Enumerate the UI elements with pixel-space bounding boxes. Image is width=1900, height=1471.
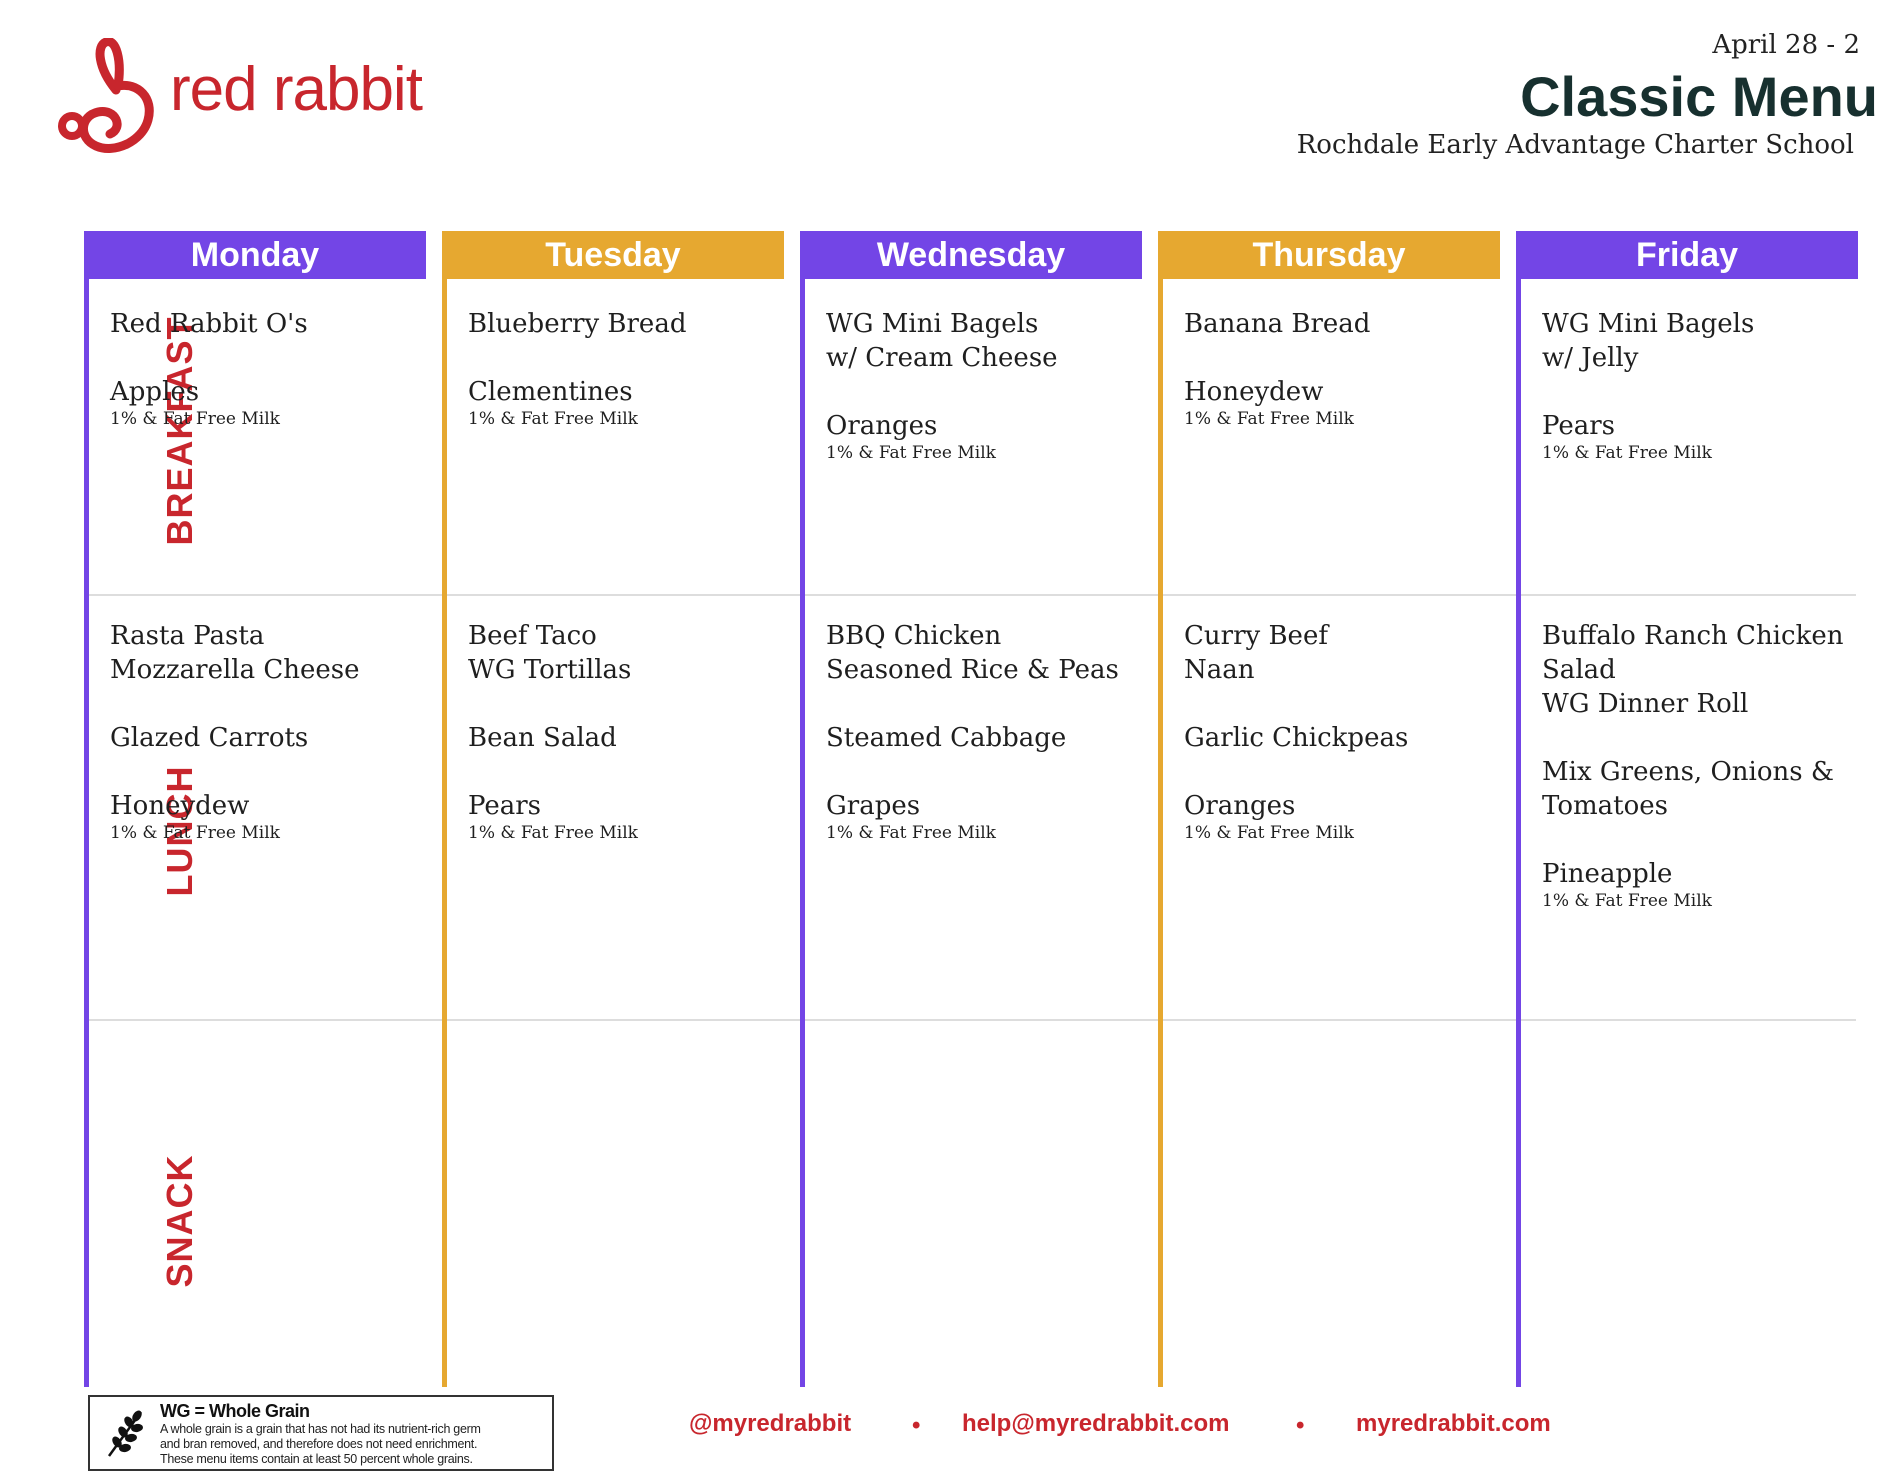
menu-item: Glazed Carrots: [110, 723, 309, 753]
menu-item: w/ Jelly: [1542, 343, 1639, 373]
menu-item: WG Tortillas: [468, 655, 632, 685]
milk-note: 1% & Fat Free Milk: [1542, 443, 1712, 463]
menu-item: Mozzarella Cheese: [110, 655, 360, 685]
menu-item: WG Dinner Roll: [1542, 689, 1749, 719]
menu-date: April 28 - 2: [1712, 30, 1860, 60]
support-email-link[interactable]: help@myredrabbit.com: [962, 1410, 1229, 1438]
breakfast-cell: WG Mini Bagels w/ Cream Cheese Oranges 1% &…: [826, 307, 1136, 463]
menu-item: Apples: [110, 377, 200, 407]
menu-item: Garlic Chickpeas: [1184, 723, 1409, 753]
breakfast-cell: WG Mini Bagels w/ Jelly Pears 1% & Fat Free…: [1542, 307, 1852, 463]
menu-item: Beef Taco: [468, 621, 597, 651]
milk-note: 1% & Fat Free Milk: [110, 823, 280, 843]
lunch-cell: Rasta Pasta Mozzarella Cheese Glazed Carro…: [110, 619, 420, 843]
menu-item: Grapes: [826, 791, 921, 821]
menu-item: Red Rabbit O's: [110, 309, 308, 339]
column-rule: [1516, 231, 1521, 1387]
rabbit-logo-icon: [58, 38, 154, 153]
social-handle-link[interactable]: @myredrabbit: [689, 1410, 851, 1438]
day-header: Friday: [1516, 231, 1858, 279]
menu-item: Steamed Cabbage: [826, 723, 1067, 753]
day-header: Tuesday: [442, 231, 784, 279]
lunch-cell: Curry Beef Naan Garlic Chickpeas Oranges 1% …: [1184, 619, 1494, 843]
school-name: Rochdale Early Advantage Charter School: [1296, 130, 1854, 160]
column-rule: [1158, 231, 1163, 1387]
menu-item: Clementines: [468, 377, 633, 407]
lunch-cell: Buffalo Ranch Chicken Salad WG Dinner Roll…: [1542, 619, 1852, 911]
logo: red rabbit: [58, 38, 478, 168]
menu-item: Curry Beef: [1184, 621, 1328, 651]
day-column-friday: Friday WG Mini Bagels w/ Jelly Pears 1% & Fa…: [1516, 231, 1858, 1387]
breakfast-cell: Red Rabbit O's Apples 1% & Fat Free Milk: [110, 307, 420, 429]
menu-item: Bean Salad: [468, 723, 617, 753]
menu-item: Buffalo Ranch Chicken: [1542, 621, 1844, 651]
menu-item: Salad: [1542, 655, 1616, 685]
breakfast-cell: Banana Bread Honeydew 1% & Fat Free Milk: [1184, 307, 1494, 429]
menu-item: Honeydew: [1184, 377, 1324, 407]
brand-name: red rabbit: [170, 54, 423, 124]
menu-item: Rasta Pasta: [110, 621, 265, 651]
menu-item: Pears: [468, 791, 541, 821]
breakfast-cell: Blueberry Bread Clementines 1% & Fat Free …: [468, 307, 778, 429]
footer-separator: •: [1296, 1412, 1305, 1439]
day-header: Wednesday: [800, 231, 1142, 279]
milk-note: 1% & Fat Free Milk: [110, 409, 280, 429]
legend-line: These menu items contain at least 50 per…: [160, 1452, 473, 1466]
milk-note: 1% & Fat Free Milk: [826, 443, 996, 463]
milk-note: 1% & Fat Free Milk: [1542, 891, 1712, 911]
menu-item: Oranges: [1184, 791, 1296, 821]
page-title: Classic Menu: [1520, 65, 1878, 128]
milk-note: 1% & Fat Free Milk: [1184, 409, 1354, 429]
milk-note: 1% & Fat Free Milk: [468, 409, 638, 429]
menu-item: Tomatoes: [1542, 791, 1668, 821]
column-rule: [84, 231, 89, 1387]
milk-note: 1% & Fat Free Milk: [468, 823, 638, 843]
menu-item: Pineapple: [1542, 859, 1673, 889]
menu-item: Oranges: [826, 411, 938, 441]
day-column-wednesday: Wednesday WG Mini Bagels w/ Cream Cheese Or…: [800, 231, 1142, 1387]
milk-note: 1% & Fat Free Milk: [1184, 823, 1354, 843]
menu-item: Banana Bread: [1184, 309, 1371, 339]
lunch-cell: Beef Taco WG Tortillas Bean Salad Pears 1% &…: [468, 619, 778, 843]
menu-item: WG Mini Bagels: [1542, 309, 1755, 339]
day-column-monday: Monday Red Rabbit O's Apples 1% & Fat Free …: [84, 231, 426, 1387]
day-header: Monday: [84, 231, 426, 279]
footer-separator: •: [912, 1412, 921, 1439]
menu-item: Seasoned Rice & Peas: [826, 655, 1119, 685]
milk-note: 1% & Fat Free Milk: [826, 823, 996, 843]
menu-item: BBQ Chicken: [826, 621, 1002, 651]
website-link[interactable]: myredrabbit.com: [1356, 1410, 1551, 1438]
menu-item: Naan: [1184, 655, 1255, 685]
menu-item: Mix Greens, Onions &: [1542, 757, 1834, 787]
column-rule: [442, 231, 447, 1387]
lunch-cell: BBQ Chicken Seasoned Rice & Peas Steamed C…: [826, 619, 1136, 843]
day-column-thursday: Thursday Banana Bread Honeydew 1% & Fat Fre…: [1158, 231, 1500, 1387]
menu-item: Blueberry Bread: [468, 309, 687, 339]
day-header: Thursday: [1158, 231, 1500, 279]
menu-item: w/ Cream Cheese: [826, 343, 1058, 373]
menu-item: Honeydew: [110, 791, 250, 821]
footer: @myredrabbit • help@myredrabbit.com • my…: [0, 1410, 1900, 1450]
day-column-tuesday: Tuesday Blueberry Bread Clementines 1% & Fa…: [442, 231, 784, 1387]
column-rule: [800, 231, 805, 1387]
menu-item: Pears: [1542, 411, 1615, 441]
menu-item: WG Mini Bagels: [826, 309, 1039, 339]
